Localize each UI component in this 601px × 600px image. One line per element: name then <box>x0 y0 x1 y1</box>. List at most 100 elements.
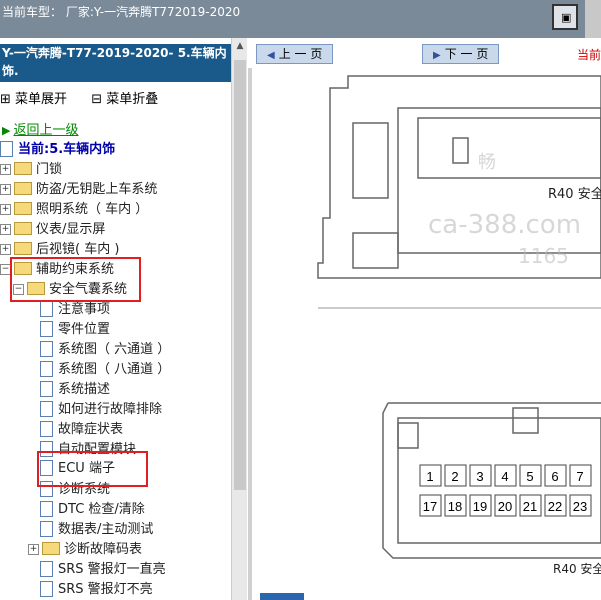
book-icon <box>0 140 13 157</box>
tree-item[interactable]: SRS 警报灯不亮 <box>40 580 153 599</box>
document-icon <box>40 500 53 517</box>
document-icon <box>40 320 53 337</box>
next-page-label: 下 一 页 <box>444 47 489 61</box>
connector-diagram: 1 2 3 4 5 6 7 17 18 19 20 21 22 23 R40 安… <box>317 75 601 576</box>
tree-folder-antitheft[interactable]: + 防盗/无钥匙上车系统 <box>0 181 157 199</box>
pin-label: 22 <box>548 499 562 514</box>
document-icon <box>40 400 53 417</box>
tree-item-label: 故障症状表 <box>58 422 124 437</box>
highlight-box-ecu <box>37 451 148 487</box>
document-viewer: ◀ 上 一 页 ▶ 下 一 页 当前 1 2 3 4 5 6 7 17 18 1… <box>248 38 601 600</box>
page-nav-bar: ◀ 上 一 页 ▶ 下 一 页 当前 <box>248 38 601 68</box>
tree-item[interactable]: 如何进行故障排除 <box>40 400 163 419</box>
pin-label: 6 <box>551 469 558 484</box>
tree-item-label: 系统描述 <box>58 382 111 397</box>
folder-icon <box>14 162 32 175</box>
current-node: 当前:5.车辆内饰 <box>0 140 115 159</box>
pin-label: 21 <box>523 499 537 514</box>
arrow-left-icon: ◀ <box>267 50 275 61</box>
pin-label: 17 <box>423 499 437 514</box>
back-label: 返回上一级 <box>13 123 79 138</box>
document-icon <box>40 560 53 577</box>
tree-folder-label: 诊断故障码表 <box>64 542 143 557</box>
document-icon <box>40 360 53 377</box>
lower-connector-key-top <box>512 407 539 434</box>
connector-label-bottom: R40 安全 <box>553 561 601 576</box>
pin-label: 2 <box>451 469 458 484</box>
pin-label: 4 <box>501 469 508 484</box>
tree-item[interactable]: 系统描述 <box>40 380 111 399</box>
folder-icon <box>42 542 60 555</box>
tree-item[interactable]: 系统图（ 八通道 ） <box>40 360 171 379</box>
tree-folder-label: 防盗/无钥匙上车系统 <box>36 182 158 197</box>
toggle-panel-button[interactable]: ▣ <box>552 4 578 30</box>
scrollbar-thumb[interactable] <box>234 60 246 490</box>
highlight-box-airbag <box>10 257 141 302</box>
sidebar: Y-一汽奔腾-T77-2019-2020- 5.车辆内 饰. ⊞ 菜单展开 ⊟ … <box>0 38 247 600</box>
watermark-text: 1165 <box>518 244 569 268</box>
tree-item[interactable]: 故障症状表 <box>40 420 124 439</box>
document-icon <box>40 420 53 437</box>
lower-connector-key-left <box>397 422 419 449</box>
tree-folder-label: 后视镜( 车内 ) <box>36 242 120 257</box>
tree-item[interactable]: SRS 警报灯一直亮 <box>40 560 166 579</box>
pin-label: 23 <box>573 499 587 514</box>
document-icon <box>40 380 53 397</box>
pin-label: 7 <box>576 469 583 484</box>
pin-row-lower: 17 18 19 20 21 22 23 <box>419 494 592 517</box>
title-bar: 当前车型： 厂家:Y-一汽奔腾T772019-2020 ▣ <box>0 0 601 38</box>
tree-item[interactable]: 零件位置 <box>40 320 110 339</box>
prev-page-button[interactable]: ◀ 上 一 页 <box>256 44 334 64</box>
expand-icon: + <box>0 224 11 235</box>
tree-item[interactable]: 系统图（ 六通道 ） <box>40 340 171 359</box>
expand-icon: + <box>0 164 11 175</box>
document-icon <box>40 300 53 317</box>
folder-icon <box>14 222 32 235</box>
tree-folder-lighting[interactable]: + 照明系统（ 车内 ） <box>0 201 148 219</box>
top-scroll-strip <box>585 0 601 38</box>
pin-label: 19 <box>473 499 487 514</box>
tree-folder-instrument[interactable]: + 仪表/显示屏 <box>0 221 105 239</box>
pin-row-upper: 1 2 3 4 5 6 7 <box>419 464 592 487</box>
tree-item-label: SRS 警报灯一直亮 <box>58 562 166 577</box>
tree-item[interactable]: 数据表/主动测试 <box>40 520 153 539</box>
back-link[interactable]: ▶ 返回上一级 <box>2 122 78 140</box>
sidebar-scrollbar[interactable]: ▲ <box>231 38 247 600</box>
connector-label-top: R40 安全 <box>548 186 601 202</box>
folder-icon <box>14 202 32 215</box>
tree-item-label: 系统图（ 六通道 ） <box>58 342 171 357</box>
tree-item[interactable]: 注意事项 <box>40 300 111 319</box>
next-page-button[interactable]: ▶ 下 一 页 <box>422 44 500 64</box>
tree-item-label: 如何进行故障排除 <box>58 402 163 417</box>
expand-icon: + <box>0 184 11 195</box>
current-vehicle-title: 当前车型： 厂家:Y-一汽奔腾T772019-2020 <box>2 5 241 19</box>
upper-connector-tab <box>352 232 399 269</box>
tree-item-label: 注意事项 <box>58 302 111 317</box>
tree-folder-dtc-table[interactable]: + 诊断故障码表 <box>28 541 142 559</box>
pin-label: 18 <box>448 499 462 514</box>
navigation-tree: ▶ 返回上一级 当前:5.车辆内饰 + 门锁 + 防盗/无钥匙上车系统 + 照明系统（ … <box>0 38 231 600</box>
tree-folder-label: 仪表/显示屏 <box>36 222 106 237</box>
upper-connector-lug <box>352 122 389 199</box>
watermark-text: ca-388.com <box>428 210 581 240</box>
scroll-up-icon[interactable]: ▲ <box>232 38 247 54</box>
document-icon <box>40 520 53 537</box>
tree-item-label: DTC 检查/清除 <box>58 502 145 517</box>
document-icon <box>40 580 53 597</box>
folder-icon <box>14 242 32 255</box>
tree-item[interactable]: DTC 检查/清除 <box>40 500 145 519</box>
pin-label: 5 <box>526 469 533 484</box>
tree-folder-doorlock[interactable]: + 门锁 <box>0 161 62 179</box>
expand-icon: + <box>0 244 11 255</box>
lower-connector-body <box>382 402 601 559</box>
tree-folder-label: 照明系统（ 车内 ） <box>36 202 149 217</box>
expand-icon: + <box>0 204 11 215</box>
panel-icon: ▣ <box>561 11 572 24</box>
viewer-bottom-tab <box>260 593 304 600</box>
tree-item-label: SRS 警报灯不亮 <box>58 582 153 597</box>
current-page-indicator: 当前 <box>576 48 601 62</box>
pin-label: 1 <box>426 469 433 484</box>
prev-page-label: 上 一 页 <box>278 47 323 61</box>
tree-item-label: 系统图（ 八通道 ） <box>58 362 171 377</box>
expand-icon: + <box>28 544 39 555</box>
